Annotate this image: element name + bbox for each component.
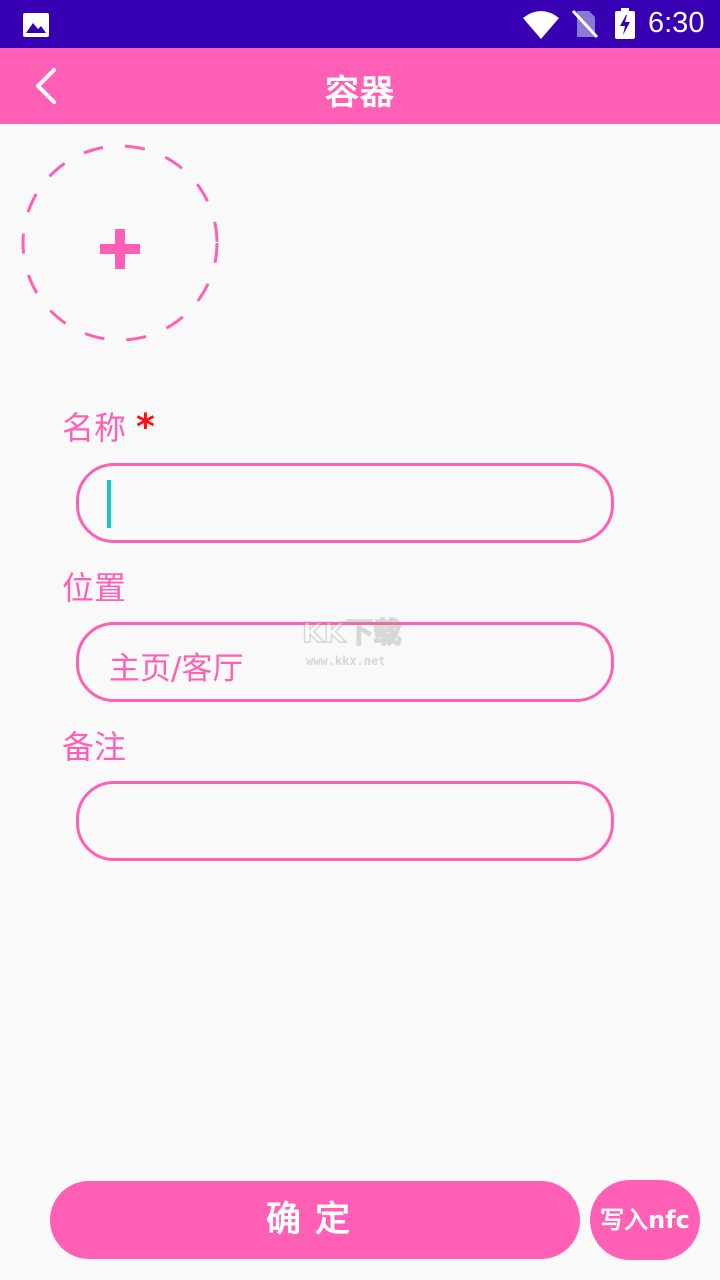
- watermark-logo: KK下载 www.kkx.net: [300, 612, 420, 668]
- gallery-icon: [22, 12, 50, 42]
- status-bar: 6:30: [0, 0, 720, 48]
- watermark-url: www.kkx.net: [306, 654, 386, 668]
- required-mark: *: [136, 407, 155, 448]
- name-label: 名称 *: [62, 403, 155, 449]
- plus-icon: [100, 229, 140, 269]
- wifi-icon: [522, 10, 560, 44]
- add-image-button[interactable]: [20, 143, 220, 343]
- no-sim-icon: [571, 9, 599, 43]
- name-input[interactable]: [76, 463, 614, 543]
- status-time: 6:30: [648, 7, 705, 39]
- battery-charging-icon: [614, 8, 636, 44]
- page-title: 容器: [325, 73, 395, 113]
- text-caret: [107, 480, 111, 528]
- app-bar: 容器: [0, 48, 720, 124]
- confirm-button[interactable]: 确定: [50, 1181, 580, 1259]
- note-input[interactable]: [76, 781, 614, 861]
- note-label: 备注: [62, 728, 127, 766]
- write-nfc-button[interactable]: 写入nfc: [590, 1180, 700, 1260]
- location-label: 位置: [62, 569, 127, 607]
- svg-text:KK下载: KK下载: [302, 616, 401, 649]
- location-value: 主页/客厅: [109, 651, 244, 687]
- name-label-text: 名称: [62, 409, 127, 447]
